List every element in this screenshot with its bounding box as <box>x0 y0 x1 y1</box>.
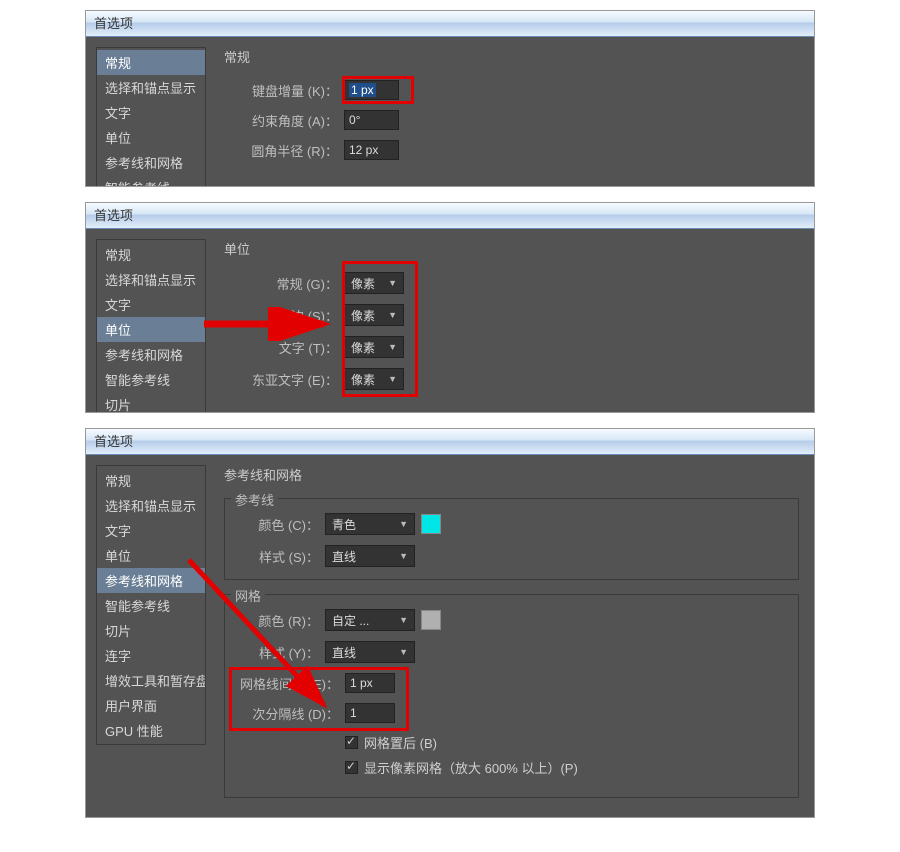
guide-color-label: 颜色 (C)： <box>235 515 325 534</box>
window-title: 首选项 <box>86 203 814 229</box>
sidebar-item-plugins[interactable]: 增效工具和暂存盘 <box>97 668 205 693</box>
sidebar-item-units[interactable]: 单位 <box>97 317 205 342</box>
units-general-label: 常规 (G)： <box>224 274 344 293</box>
sidebar-item-general[interactable]: 常规 <box>97 468 205 493</box>
grid-fieldset: 网格 颜色 (R)： 自定 ...▼ 样式 (Y)： 直线▼ 网格线间隔 (E)… <box>224 594 799 798</box>
units-stroke-label: 描边 (S)： <box>224 306 344 325</box>
sidebar-item-type[interactable]: 文字 <box>97 518 205 543</box>
grid-color-label: 颜色 (R)： <box>235 611 325 630</box>
sidebar-item-general[interactable]: 常规 <box>97 50 205 75</box>
sidebar-item-hyphen[interactable]: 连字 <box>97 643 205 668</box>
guide-color-dropdown[interactable]: 青色▼ <box>325 513 415 535</box>
pixel-grid-checkbox[interactable]: 显示像素网格（放大 600% 以上）(P) <box>235 758 788 777</box>
grid-subdiv-label: 次分隔线 (D)： <box>235 704 345 723</box>
sidebar-item-selection[interactable]: 选择和锚点显示 <box>97 267 205 292</box>
grid-color-dropdown[interactable]: 自定 ...▼ <box>325 609 415 631</box>
window-title: 首选项 <box>86 429 814 455</box>
sidebar-item-smartguides[interactable]: 智能参考线 <box>97 593 205 618</box>
chevron-down-icon: ▼ <box>388 278 397 288</box>
window-title: 首选项 <box>86 11 814 37</box>
constrain-angle-label: 约束角度 (A)： <box>224 111 344 130</box>
grid-subdiv-input[interactable]: 1 <box>345 703 395 723</box>
sidebar: 常规 选择和锚点显示 文字 单位 参考线和网格 智能参考线 <box>96 47 206 187</box>
section-title: 常规 <box>224 47 814 66</box>
units-stroke-dropdown[interactable]: 像素▼ <box>344 304 404 326</box>
units-type-dropdown[interactable]: 像素▼ <box>344 336 404 358</box>
chevron-down-icon: ▼ <box>388 342 397 352</box>
grid-legend: 网格 <box>231 586 265 605</box>
chevron-down-icon: ▼ <box>399 551 408 561</box>
sidebar-item-units[interactable]: 单位 <box>97 543 205 568</box>
units-general-dropdown[interactable]: 像素▼ <box>344 272 404 294</box>
sidebar-item-smartguides[interactable]: 智能参考线 <box>97 175 205 187</box>
keyboard-increment-input[interactable]: 1 px <box>344 80 399 100</box>
sidebar-item-ui[interactable]: 用户界面 <box>97 693 205 718</box>
guide-style-dropdown[interactable]: 直线▼ <box>325 545 415 567</box>
grid-style-dropdown[interactable]: 直线▼ <box>325 641 415 663</box>
chevron-down-icon: ▼ <box>388 374 397 384</box>
guides-legend: 参考线 <box>231 490 278 509</box>
sidebar-item-type[interactable]: 文字 <box>97 292 205 317</box>
constrain-angle-input[interactable]: 0° <box>344 110 399 130</box>
chevron-down-icon: ▼ <box>388 310 397 320</box>
units-east-asian-label: 东亚文字 (E)： <box>224 370 344 389</box>
section-title: 单位 <box>224 239 814 258</box>
chevron-down-icon: ▼ <box>399 519 408 529</box>
sidebar-item-smartguides[interactable]: 智能参考线 <box>97 367 205 392</box>
sidebar-item-selection[interactable]: 选择和锚点显示 <box>97 75 205 100</box>
sidebar-item-slices[interactable]: 切片 <box>97 392 205 413</box>
units-east-asian-dropdown[interactable]: 像素▼ <box>344 368 404 390</box>
sidebar-item-units[interactable]: 单位 <box>97 125 205 150</box>
units-type-label: 文字 (T)： <box>224 338 344 357</box>
sidebar-item-type[interactable]: 文字 <box>97 100 205 125</box>
sidebar-item-guides[interactable]: 参考线和网格 <box>97 150 205 175</box>
sidebar-item-file[interactable]: 文件处理和剪贴板 <box>97 743 205 745</box>
section-title: 参考线和网格 <box>224 465 799 484</box>
sidebar-item-slices[interactable]: 切片 <box>97 618 205 643</box>
sidebar-item-guides[interactable]: 参考线和网格 <box>97 568 205 593</box>
chevron-down-icon: ▼ <box>399 615 408 625</box>
keyboard-increment-label: 键盘增量 (K)： <box>224 81 344 100</box>
guide-color-swatch[interactable] <box>421 514 441 534</box>
corner-radius-input[interactable]: 12 px <box>344 140 399 160</box>
guide-style-label: 样式 (S)： <box>235 547 325 566</box>
sidebar-item-general[interactable]: 常规 <box>97 242 205 267</box>
sidebar: 常规 选择和锚点显示 文字 单位 参考线和网格 智能参考线 切片 连字 <box>96 239 206 413</box>
grid-spacing-label: 网格线间隔 (E)： <box>235 674 345 693</box>
grid-color-swatch[interactable] <box>421 610 441 630</box>
sidebar-item-selection[interactable]: 选择和锚点显示 <box>97 493 205 518</box>
chevron-down-icon: ▼ <box>399 647 408 657</box>
grid-behind-checkbox[interactable]: 网格置后 (B) <box>235 733 788 752</box>
sidebar: 常规 选择和锚点显示 文字 单位 参考线和网格 智能参考线 切片 连字 增效工具… <box>96 465 206 745</box>
sidebar-item-gpu[interactable]: GPU 性能 <box>97 718 205 743</box>
checkbox-icon <box>345 761 358 774</box>
corner-radius-label: 圆角半径 (R)： <box>224 141 344 160</box>
grid-spacing-input[interactable]: 1 px <box>345 673 395 693</box>
guides-fieldset: 参考线 颜色 (C)： 青色▼ 样式 (S)： 直线▼ <box>224 498 799 580</box>
grid-style-label: 样式 (Y)： <box>235 643 325 662</box>
checkbox-icon <box>345 736 358 749</box>
sidebar-item-guides[interactable]: 参考线和网格 <box>97 342 205 367</box>
